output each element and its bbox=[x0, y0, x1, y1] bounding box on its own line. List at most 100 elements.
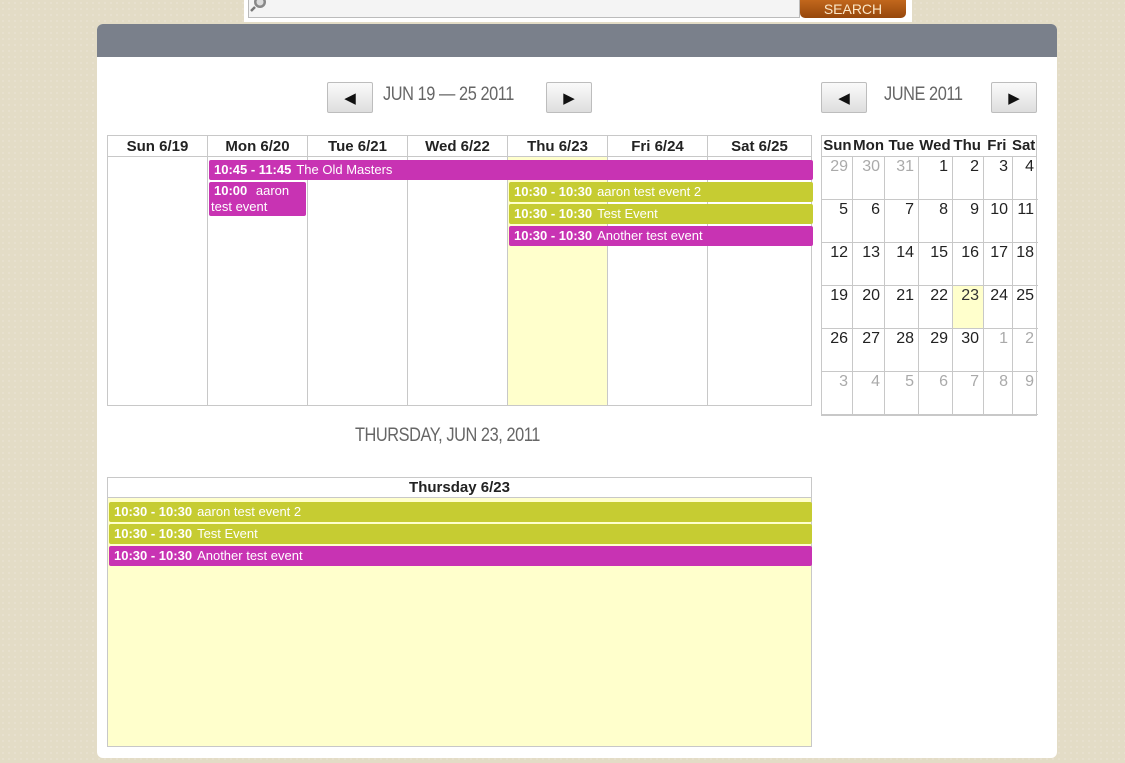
calendar-day-cell[interactable]: 4 bbox=[853, 372, 885, 415]
calendar-day-cell[interactable]: 19 bbox=[822, 286, 853, 329]
week-prev-button[interactable]: ◀ bbox=[327, 82, 373, 113]
calendar-day-cell[interactable]: 2 bbox=[1013, 329, 1038, 372]
event-title: Test Event bbox=[197, 526, 258, 541]
calendar-day-cell[interactable]: 31 bbox=[885, 157, 919, 200]
event-time: 10:30 - 10:30 bbox=[514, 184, 593, 199]
day-column-tue[interactable] bbox=[308, 157, 408, 405]
weekday-label: Tue bbox=[888, 137, 915, 154]
week-event[interactable]: 10:30 - 10:30 Another test event bbox=[509, 226, 813, 246]
calendar-day-cell[interactable]: 26 bbox=[822, 329, 853, 372]
calendar-day-cell[interactable]: 10 bbox=[984, 200, 1013, 243]
day-header-wed[interactable]: Wed 6/22 bbox=[408, 136, 508, 156]
day-view-header: Thursday 6/23 bbox=[108, 478, 811, 498]
calendar-day-cell[interactable]: 14 bbox=[885, 243, 919, 286]
month-prev-button[interactable]: ◀ bbox=[821, 82, 867, 113]
calendar-day-cell[interactable]: 5 bbox=[822, 200, 853, 243]
mini-calendar-weekdays: Sun Mon Tue Wed Thu Fri Sat bbox=[822, 136, 1036, 157]
day-header-mon[interactable]: Mon 6/20 bbox=[208, 136, 308, 156]
calendar-day-cell[interactable]: 30 bbox=[853, 157, 885, 200]
week-event[interactable]: 10:30 - 10:30 Test Event bbox=[509, 204, 813, 224]
calendar-day-cell[interactable]: 21 bbox=[885, 286, 919, 329]
calendar-day-cell[interactable]: 5 bbox=[885, 372, 919, 415]
month-next-button[interactable]: ▶ bbox=[991, 82, 1037, 113]
day-column-wed[interactable] bbox=[408, 157, 508, 405]
weekday-label: Wed bbox=[919, 137, 951, 154]
calendar-day-cell[interactable]: 9 bbox=[1013, 372, 1038, 415]
weekday-label: Fri bbox=[987, 137, 1007, 154]
event-title: The Old Masters bbox=[296, 162, 393, 177]
calendar-day-cell[interactable]: 7 bbox=[885, 200, 919, 243]
event-title: aaron test event 2 bbox=[197, 504, 302, 519]
calendar-day-cell[interactable]: 17 bbox=[984, 243, 1013, 286]
calendar-day-cell[interactable]: 27 bbox=[853, 329, 885, 372]
event-title: Another test event bbox=[597, 228, 703, 243]
day-event[interactable]: 10:30 - 10:30 aaron test event 2 bbox=[109, 502, 812, 522]
day-column-sun[interactable] bbox=[108, 157, 208, 405]
mini-calendar: Sun Mon Tue Wed Thu Fri Sat 29 30 31 1 2 3 4 5 6 7 8 9 10 1… bbox=[821, 135, 1038, 416]
calendar-day-cell[interactable]: 20 bbox=[853, 286, 885, 329]
event-time: 10:30 - 10:30 bbox=[114, 526, 193, 541]
calendar-day-cell[interactable]: 7 bbox=[953, 372, 984, 415]
triangle-left-icon: ◀ bbox=[344, 89, 356, 107]
calendar-day-cell[interactable]: 23 bbox=[953, 286, 984, 329]
day-header-sat[interactable]: Sat 6/25 bbox=[708, 136, 811, 156]
mini-calendar-grid: 29 30 31 1 2 3 4 5 6 7 8 9 10 11 12 13 14 15 16 17 18 19 20 21 2… bbox=[822, 157, 1038, 415]
calendar-day-cell[interactable]: 12 bbox=[822, 243, 853, 286]
calendar-day-cell[interactable]: 11 bbox=[1013, 200, 1038, 243]
calendar-day-cell[interactable]: 1 bbox=[984, 329, 1013, 372]
calendar-day-cell[interactable]: 4 bbox=[1013, 157, 1038, 200]
calendar-day-cell[interactable]: 28 bbox=[885, 329, 919, 372]
weekday-label: Mon bbox=[853, 137, 884, 154]
calendar-day-cell[interactable]: 6 bbox=[853, 200, 885, 243]
calendar-day-cell[interactable]: 8 bbox=[984, 372, 1013, 415]
week-event[interactable]: 10:00 aaron test event bbox=[209, 182, 306, 216]
week-next-button[interactable]: ▶ bbox=[546, 82, 592, 113]
calendar-day-cell[interactable]: 30 bbox=[953, 329, 984, 372]
day-view-title: THURSDAY, JUN 23, 2011 bbox=[355, 425, 540, 446]
event-title: aaron test event 2 bbox=[597, 184, 702, 199]
calendar-day-cell[interactable]: 6 bbox=[919, 372, 953, 415]
triangle-right-icon: ▶ bbox=[563, 89, 575, 107]
calendar-day-cell[interactable]: 25 bbox=[1013, 286, 1038, 329]
event-time: 10:45 - 11:45 bbox=[214, 162, 292, 177]
calendar-day-cell[interactable]: 3 bbox=[984, 157, 1013, 200]
calendar-day-cell[interactable]: 9 bbox=[953, 200, 984, 243]
calendar-day-cell[interactable]: 29 bbox=[822, 157, 853, 200]
panel-header-bar bbox=[97, 24, 1057, 57]
event-time: 10:30 - 10:30 bbox=[514, 228, 593, 243]
triangle-right-icon: ▶ bbox=[1008, 89, 1020, 107]
calendar-day-cell[interactable]: 24 bbox=[984, 286, 1013, 329]
search-bar: SEARCH bbox=[244, 0, 912, 22]
day-event[interactable]: 10:30 - 10:30 Test Event bbox=[109, 524, 812, 544]
calendar-day-cell[interactable]: 1 bbox=[919, 157, 953, 200]
weekday-label: Sat bbox=[1011, 137, 1036, 154]
search-button[interactable]: SEARCH bbox=[800, 0, 906, 18]
calendar-day-cell[interactable]: 22 bbox=[919, 286, 953, 329]
calendar-day-cell[interactable]: 18 bbox=[1013, 243, 1038, 286]
week-event[interactable]: 10:30 - 10:30 aaron test event 2 bbox=[509, 182, 813, 202]
weekday-label: Sun bbox=[823, 137, 852, 154]
week-header: Sun 6/19 Mon 6/20 Tue 6/21 Wed 6/22 Thu … bbox=[108, 136, 811, 157]
day-header-sun[interactable]: Sun 6/19 bbox=[108, 136, 208, 156]
calendar-day-cell[interactable]: 15 bbox=[919, 243, 953, 286]
weekday-label: Thu bbox=[953, 137, 981, 154]
day-event[interactable]: 10:30 - 10:30 Another test event bbox=[109, 546, 812, 566]
day-header-thu[interactable]: Thu 6/23 bbox=[508, 136, 608, 156]
day-header-fri[interactable]: Fri 6/24 bbox=[608, 136, 708, 156]
day-header-tue[interactable]: Tue 6/21 bbox=[308, 136, 408, 156]
search-input[interactable] bbox=[248, 0, 800, 18]
month-title: JUNE 2011 bbox=[884, 84, 963, 105]
calendar-day-cell[interactable]: 16 bbox=[953, 243, 984, 286]
event-time: 10:00 bbox=[214, 183, 248, 198]
calendar-day-cell[interactable]: 8 bbox=[919, 200, 953, 243]
day-grid[interactable]: Thursday 6/23 10:30 - 10:30 aaron test ev… bbox=[107, 477, 812, 747]
event-time: 10:30 - 10:30 bbox=[514, 206, 593, 221]
event-time: 10:30 - 10:30 bbox=[114, 504, 193, 519]
calendar-panel: ◀ JUN 19 — 25 2011 ▶ Sun 6/19 Mon 6/20 T… bbox=[97, 24, 1057, 758]
calendar-day-cell[interactable]: 13 bbox=[853, 243, 885, 286]
event-title: Test Event bbox=[597, 206, 658, 221]
week-event[interactable]: 10:45 - 11:45 The Old Masters bbox=[209, 160, 813, 180]
calendar-day-cell[interactable]: 2 bbox=[953, 157, 984, 200]
calendar-day-cell[interactable]: 29 bbox=[919, 329, 953, 372]
calendar-day-cell[interactable]: 3 bbox=[822, 372, 853, 415]
